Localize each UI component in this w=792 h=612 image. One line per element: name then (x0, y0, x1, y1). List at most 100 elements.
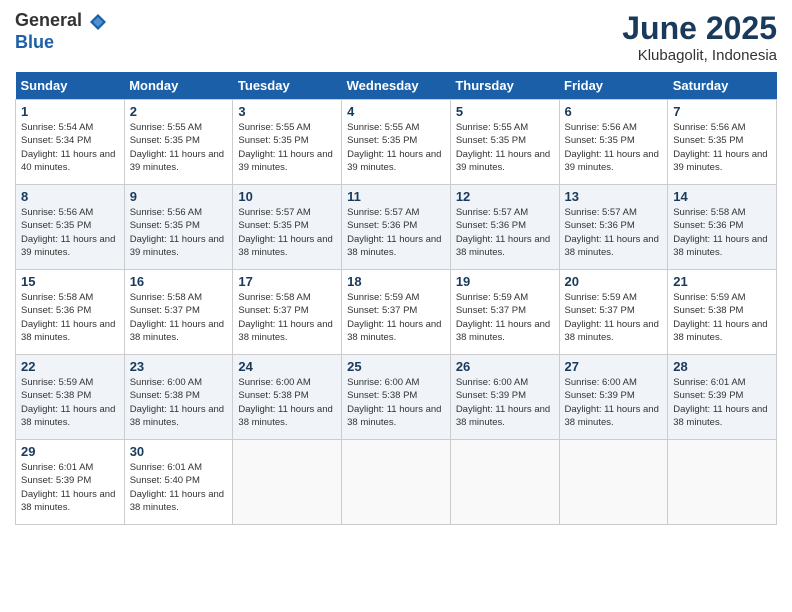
month-title: June 2025 (622, 10, 777, 47)
calendar-cell: 21 Sunrise: 5:59 AM Sunset: 5:38 PM Dayl… (668, 270, 777, 355)
day-number: 3 (238, 104, 336, 119)
day-info: Sunrise: 5:57 AM Sunset: 5:36 PM Dayligh… (565, 206, 663, 259)
calendar-cell: 12 Sunrise: 5:57 AM Sunset: 5:36 PM Dayl… (450, 185, 559, 270)
day-number: 1 (21, 104, 119, 119)
calendar-cell: 1 Sunrise: 5:54 AM Sunset: 5:34 PM Dayli… (16, 100, 125, 185)
day-number: 2 (130, 104, 228, 119)
day-number: 11 (347, 189, 445, 204)
header-area: General Blue June 2025 Klubagolit, Indon… (15, 10, 777, 64)
calendar-cell: 4 Sunrise: 5:55 AM Sunset: 5:35 PM Dayli… (342, 100, 451, 185)
header-monday: Monday (124, 72, 233, 100)
day-number: 10 (238, 189, 336, 204)
day-number: 26 (456, 359, 554, 374)
calendar-cell: 20 Sunrise: 5:59 AM Sunset: 5:37 PM Dayl… (559, 270, 668, 355)
day-info: Sunrise: 5:55 AM Sunset: 5:35 PM Dayligh… (130, 121, 228, 174)
day-number: 14 (673, 189, 771, 204)
calendar-cell: 29 Sunrise: 6:01 AM Sunset: 5:39 PM Dayl… (16, 440, 125, 525)
calendar-cell: 17 Sunrise: 5:58 AM Sunset: 5:37 PM Dayl… (233, 270, 342, 355)
day-info: Sunrise: 6:00 AM Sunset: 5:38 PM Dayligh… (130, 376, 228, 429)
calendar-week-3: 15 Sunrise: 5:58 AM Sunset: 5:36 PM Dayl… (16, 270, 777, 355)
day-number: 4 (347, 104, 445, 119)
day-number: 24 (238, 359, 336, 374)
day-info: Sunrise: 6:00 AM Sunset: 5:39 PM Dayligh… (565, 376, 663, 429)
calendar-cell: 5 Sunrise: 5:55 AM Sunset: 5:35 PM Dayli… (450, 100, 559, 185)
weekday-header-row: Sunday Monday Tuesday Wednesday Thursday… (16, 72, 777, 100)
header-sunday: Sunday (16, 72, 125, 100)
calendar-cell: 2 Sunrise: 5:55 AM Sunset: 5:35 PM Dayli… (124, 100, 233, 185)
header-friday: Friday (559, 72, 668, 100)
logo-text: General Blue (15, 10, 109, 53)
day-number: 19 (456, 274, 554, 289)
day-number: 17 (238, 274, 336, 289)
day-info: Sunrise: 5:56 AM Sunset: 5:35 PM Dayligh… (21, 206, 119, 259)
day-number: 6 (565, 104, 663, 119)
day-number: 15 (21, 274, 119, 289)
day-info: Sunrise: 5:55 AM Sunset: 5:35 PM Dayligh… (238, 121, 336, 174)
day-number: 12 (456, 189, 554, 204)
day-number: 23 (130, 359, 228, 374)
day-info: Sunrise: 5:59 AM Sunset: 5:37 PM Dayligh… (347, 291, 445, 344)
calendar-cell: 25 Sunrise: 6:00 AM Sunset: 5:38 PM Dayl… (342, 355, 451, 440)
day-number: 28 (673, 359, 771, 374)
logo-general: General (15, 10, 82, 30)
calendar-cell (559, 440, 668, 525)
day-info: Sunrise: 5:56 AM Sunset: 5:35 PM Dayligh… (130, 206, 228, 259)
day-info: Sunrise: 5:56 AM Sunset: 5:35 PM Dayligh… (673, 121, 771, 174)
day-number: 30 (130, 444, 228, 459)
calendar-cell: 14 Sunrise: 5:58 AM Sunset: 5:36 PM Dayl… (668, 185, 777, 270)
day-info: Sunrise: 5:58 AM Sunset: 5:36 PM Dayligh… (21, 291, 119, 344)
day-number: 25 (347, 359, 445, 374)
calendar-cell: 3 Sunrise: 5:55 AM Sunset: 5:35 PM Dayli… (233, 100, 342, 185)
calendar-week-2: 8 Sunrise: 5:56 AM Sunset: 5:35 PM Dayli… (16, 185, 777, 270)
calendar-cell: 6 Sunrise: 5:56 AM Sunset: 5:35 PM Dayli… (559, 100, 668, 185)
logo-blue: Blue (15, 32, 54, 52)
day-info: Sunrise: 5:54 AM Sunset: 5:34 PM Dayligh… (21, 121, 119, 174)
calendar-cell: 24 Sunrise: 6:00 AM Sunset: 5:38 PM Dayl… (233, 355, 342, 440)
day-info: Sunrise: 5:56 AM Sunset: 5:35 PM Dayligh… (565, 121, 663, 174)
day-number: 18 (347, 274, 445, 289)
calendar-cell: 7 Sunrise: 5:56 AM Sunset: 5:35 PM Dayli… (668, 100, 777, 185)
day-info: Sunrise: 5:59 AM Sunset: 5:38 PM Dayligh… (673, 291, 771, 344)
day-info: Sunrise: 5:57 AM Sunset: 5:36 PM Dayligh… (456, 206, 554, 259)
day-number: 13 (565, 189, 663, 204)
calendar-cell: 26 Sunrise: 6:00 AM Sunset: 5:39 PM Dayl… (450, 355, 559, 440)
calendar-week-4: 22 Sunrise: 5:59 AM Sunset: 5:38 PM Dayl… (16, 355, 777, 440)
location-title: Klubagolit, Indonesia (622, 47, 777, 64)
calendar-cell: 19 Sunrise: 5:59 AM Sunset: 5:37 PM Dayl… (450, 270, 559, 355)
day-number: 27 (565, 359, 663, 374)
calendar-cell: 8 Sunrise: 5:56 AM Sunset: 5:35 PM Dayli… (16, 185, 125, 270)
day-number: 7 (673, 104, 771, 119)
calendar-cell (233, 440, 342, 525)
header-thursday: Thursday (450, 72, 559, 100)
day-info: Sunrise: 5:59 AM Sunset: 5:37 PM Dayligh… (565, 291, 663, 344)
day-info: Sunrise: 6:00 AM Sunset: 5:39 PM Dayligh… (456, 376, 554, 429)
day-info: Sunrise: 5:57 AM Sunset: 5:35 PM Dayligh… (238, 206, 336, 259)
day-info: Sunrise: 5:55 AM Sunset: 5:35 PM Dayligh… (347, 121, 445, 174)
day-info: Sunrise: 6:01 AM Sunset: 5:40 PM Dayligh… (130, 461, 228, 514)
page-container: General Blue June 2025 Klubagolit, Indon… (0, 0, 792, 535)
logo-icon (88, 12, 108, 32)
header-tuesday: Tuesday (233, 72, 342, 100)
calendar-cell: 28 Sunrise: 6:01 AM Sunset: 5:39 PM Dayl… (668, 355, 777, 440)
calendar-cell (342, 440, 451, 525)
calendar-cell: 13 Sunrise: 5:57 AM Sunset: 5:36 PM Dayl… (559, 185, 668, 270)
calendar-cell: 22 Sunrise: 5:59 AM Sunset: 5:38 PM Dayl… (16, 355, 125, 440)
logo: General Blue (15, 10, 109, 53)
title-area: June 2025 Klubagolit, Indonesia (622, 10, 777, 64)
calendar-cell: 9 Sunrise: 5:56 AM Sunset: 5:35 PM Dayli… (124, 185, 233, 270)
day-info: Sunrise: 5:58 AM Sunset: 5:37 PM Dayligh… (130, 291, 228, 344)
day-info: Sunrise: 5:59 AM Sunset: 5:38 PM Dayligh… (21, 376, 119, 429)
calendar-table: Sunday Monday Tuesday Wednesday Thursday… (15, 72, 777, 525)
day-number: 5 (456, 104, 554, 119)
calendar-cell: 15 Sunrise: 5:58 AM Sunset: 5:36 PM Dayl… (16, 270, 125, 355)
day-info: Sunrise: 5:59 AM Sunset: 5:37 PM Dayligh… (456, 291, 554, 344)
day-info: Sunrise: 6:00 AM Sunset: 5:38 PM Dayligh… (238, 376, 336, 429)
calendar-cell (450, 440, 559, 525)
day-info: Sunrise: 5:58 AM Sunset: 5:37 PM Dayligh… (238, 291, 336, 344)
day-number: 20 (565, 274, 663, 289)
calendar-cell: 30 Sunrise: 6:01 AM Sunset: 5:40 PM Dayl… (124, 440, 233, 525)
header-saturday: Saturday (668, 72, 777, 100)
calendar-cell: 27 Sunrise: 6:00 AM Sunset: 5:39 PM Dayl… (559, 355, 668, 440)
calendar-cell: 11 Sunrise: 5:57 AM Sunset: 5:36 PM Dayl… (342, 185, 451, 270)
calendar-cell (668, 440, 777, 525)
